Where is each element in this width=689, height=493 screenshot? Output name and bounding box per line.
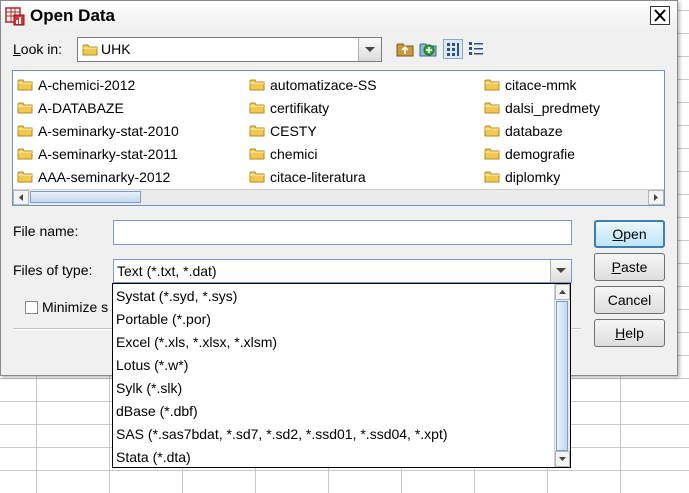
- minimize-checkbox[interactable]: [25, 301, 38, 314]
- files-of-type-dropdown-list[interactable]: Systat (*.syd, *.sys) Portable (*.por) Exc…: [112, 283, 571, 468]
- folder-item-label: chemici: [270, 146, 318, 162]
- paste-label-rest: aste: [620, 259, 648, 275]
- chevron-down-icon: [559, 457, 566, 461]
- file-list[interactable]: A-chemici-2012 A-DATABAZE A-seminarky-stat…: [12, 70, 665, 206]
- chevron-down-icon: [556, 268, 566, 273]
- open-label-rest: pen: [623, 226, 647, 242]
- folder-icon: [484, 171, 500, 183]
- files-of-type-combo[interactable]: Text (*.txt, *.dat): [113, 259, 572, 283]
- file-name-label: File name:: [13, 223, 79, 239]
- details-view-icon[interactable]: [466, 39, 486, 59]
- file-type-option[interactable]: SAS (*.sas7bdat, *.sd7, *.sd2, *.ssd01, …: [116, 423, 448, 446]
- open-button[interactable]: Open: [594, 220, 665, 248]
- files-of-type-label: Files of type:: [13, 262, 93, 278]
- folder-icon: [484, 148, 500, 160]
- folder-icon: [82, 44, 98, 56]
- folder-item-label: demografie: [505, 146, 576, 162]
- chevron-right-icon: [654, 194, 658, 201]
- folder-item-label: A-seminarky-stat-2010: [38, 123, 179, 139]
- close-icon: [654, 9, 666, 22]
- paste-hotkey: P: [611, 259, 621, 275]
- folder-item-label: dalsi_predmety: [505, 100, 600, 116]
- scroll-left-button[interactable]: [13, 190, 29, 205]
- file-type-option[interactable]: Stata (*.dta): [116, 446, 191, 467]
- folder-icon: [17, 171, 33, 183]
- folder-item-label: A-chemici-2012: [38, 77, 136, 93]
- folder-icon: [484, 79, 500, 91]
- title-bar: Open Data: [1, 1, 677, 31]
- chevron-left-icon: [19, 194, 23, 201]
- scroll-up-button[interactable]: [555, 284, 570, 300]
- folder-icon: [484, 125, 500, 137]
- folder-item-label: A-DATABAZE: [38, 100, 124, 116]
- file-type-option[interactable]: Lotus (*.w*): [116, 354, 188, 377]
- folder-item-label: AAA-seminarky-2012: [38, 169, 171, 185]
- folder-icon: [17, 148, 33, 160]
- chevron-up-icon: [559, 290, 566, 294]
- scroll-down-button[interactable]: [555, 451, 570, 467]
- scroll-right-button[interactable]: [648, 190, 664, 205]
- folder-icon: [249, 171, 265, 183]
- vertical-scrollbar[interactable]: [554, 284, 570, 467]
- list-view-icon[interactable]: [443, 39, 463, 59]
- file-type-option[interactable]: Portable (*.por): [116, 308, 211, 331]
- folder-item-label: citace-mmk: [505, 77, 577, 93]
- cancel-button[interactable]: Cancel: [594, 286, 665, 314]
- folder-item-label: A-seminarky-stat-2011: [38, 146, 178, 162]
- help-button[interactable]: Help: [594, 319, 665, 347]
- folder-icon: [17, 102, 33, 114]
- file-type-option[interactable]: Systat (*.syd, *.sys): [116, 285, 237, 308]
- folder-icon: [249, 102, 265, 114]
- help-hotkey: H: [615, 325, 626, 341]
- paste-button[interactable]: Paste: [594, 253, 665, 281]
- folder-item-label: certifikaty: [270, 100, 330, 116]
- folder-item-label: diplomky: [505, 169, 561, 185]
- up-folder-icon[interactable]: [395, 39, 415, 59]
- app-icon: [5, 7, 25, 26]
- look-in-value: UHK: [101, 41, 131, 57]
- horizontal-scrollbar[interactable]: [13, 189, 664, 205]
- folder-icon: [17, 125, 33, 137]
- files-of-type-dropdown-button[interactable]: [550, 260, 571, 282]
- dialog-title: Open Data: [30, 6, 116, 25]
- folder-icon: [249, 148, 265, 160]
- open-hotkey: O: [612, 226, 624, 242]
- help-label-rest: elp: [625, 325, 644, 341]
- vertical-scroll-thumb[interactable]: [556, 301, 568, 451]
- new-folder-icon[interactable]: [418, 39, 438, 59]
- look-in-combo[interactable]: UHK: [77, 37, 382, 62]
- chevron-down-icon: [365, 47, 375, 52]
- folder-icon: [484, 102, 500, 114]
- folder-icon: [249, 79, 265, 91]
- file-type-option[interactable]: Sylk (*.slk): [116, 377, 182, 400]
- folder-item-label: automatizace-SS: [270, 77, 377, 93]
- look-in-label: Look in:: [13, 41, 63, 57]
- folder-icon: [17, 79, 33, 91]
- file-name-input[interactable]: [113, 220, 572, 245]
- folder-icon: [249, 125, 265, 137]
- horizontal-scroll-thumb[interactable]: [30, 191, 141, 203]
- folder-item-label: citace-literatura: [270, 169, 366, 185]
- close-button[interactable]: [650, 6, 670, 25]
- files-of-type-value: Text (*.txt, *.dat): [117, 263, 217, 279]
- folder-item-label: databaze: [505, 123, 563, 139]
- file-type-option[interactable]: dBase (*.dbf): [116, 400, 198, 423]
- look-in-dropdown-button[interactable]: [358, 38, 381, 61]
- minimize-label: Minimize s: [42, 299, 109, 315]
- folder-item-label: CESTY: [270, 123, 317, 139]
- file-type-option[interactable]: Excel (*.xls, *.xlsx, *.xlsm): [116, 331, 277, 354]
